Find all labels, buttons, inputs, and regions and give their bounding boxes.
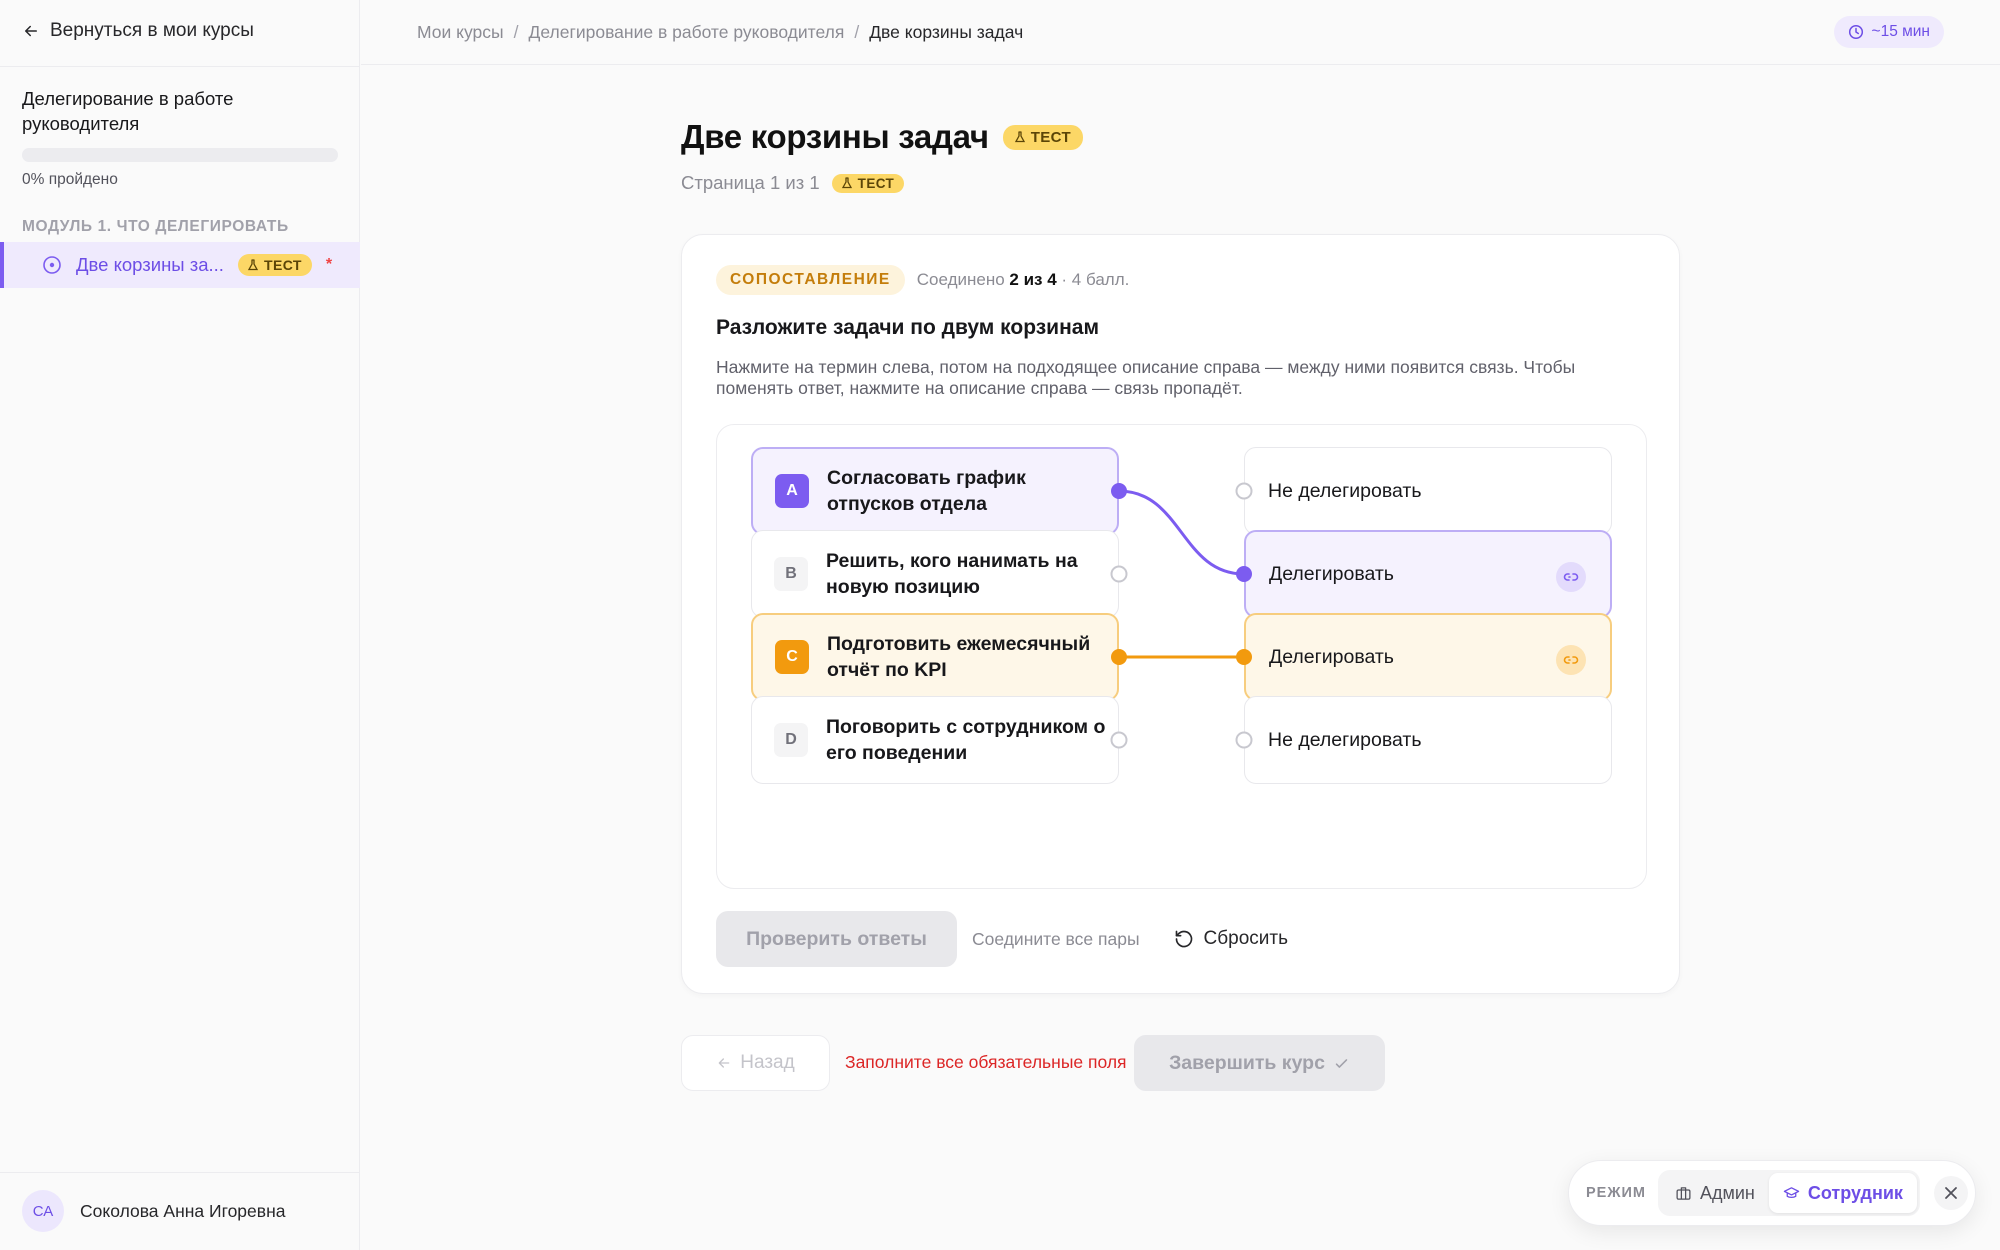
breadcrumb-separator: / xyxy=(854,22,860,42)
back-to-courses-label: Вернуться в мои курсы xyxy=(50,20,254,41)
title-badge-text: ТЕСТ xyxy=(1030,128,1072,146)
close-icon xyxy=(1945,1187,1957,1199)
flask-icon xyxy=(841,177,852,189)
mode-switcher-panel: РЕЖИМ Админ Сотрудник xyxy=(1568,1160,1976,1226)
mode-admin-option[interactable]: Админ xyxy=(1661,1173,1769,1213)
lesson-label: Две корзины за... xyxy=(76,254,224,275)
briefcase-icon xyxy=(1676,1186,1691,1200)
topbar: Мои курсы / Делегирование в работе руков… xyxy=(361,0,2000,65)
back-to-courses-link[interactable]: Вернуться в мои курсы xyxy=(22,20,254,42)
sidebar-lesson-item[interactable]: Две корзины за... ТЕСТ * xyxy=(0,242,360,288)
check-answers-button[interactable]: Проверить ответы xyxy=(716,911,957,967)
check-icon xyxy=(1335,1058,1348,1068)
finish-course-label: Завершить курс xyxy=(1169,1051,1325,1074)
avatar: СА xyxy=(22,1190,64,1232)
user-profile[interactable]: СА Соколова Анна Игоревна xyxy=(22,1190,285,1232)
term-letter: B xyxy=(774,557,808,591)
definition-text: Не делегировать xyxy=(1268,479,1422,502)
flask-icon xyxy=(247,259,259,271)
module-title: Модуль 1. Что делегировать xyxy=(22,218,289,235)
term-item-c[interactable]: C Подготовить ежемесячный отчёт по KPI xyxy=(751,613,1119,701)
term-text: Решить, кого нанимать на новую позицию xyxy=(826,550,1078,598)
lesson-test-badge: ТЕСТ xyxy=(238,254,312,276)
required-mark: * xyxy=(325,256,333,273)
unlink-icon[interactable] xyxy=(1556,562,1586,592)
mode-employee-label: Сотрудник xyxy=(1807,1182,1903,1203)
reset-icon xyxy=(1175,930,1192,948)
page-subtitle-row: Страница 1 из 1 ТЕСТ xyxy=(681,172,905,194)
reset-button[interactable]: Сбросить xyxy=(1174,928,1288,950)
required-fields-message: Заполните все обязательные поля xyxy=(845,1052,1127,1072)
breadcrumb-separator: / xyxy=(513,22,519,42)
breadcrumb-item-current: Две корзины задач xyxy=(869,22,1024,42)
mode-label: РЕЖИМ xyxy=(1586,1185,1646,1201)
back-button-label: Назад xyxy=(740,1052,795,1073)
close-mode-panel-button[interactable] xyxy=(1933,1176,1968,1210)
breadcrumb-item-course[interactable]: Делегирование в работе руководителя xyxy=(529,22,845,43)
page-test-badge: ТЕСТ xyxy=(831,173,905,193)
term-text: Подготовить ежемесячный отчёт по KPI xyxy=(827,633,1091,681)
title-test-badge: ТЕСТ xyxy=(1002,124,1084,150)
term-letter: D xyxy=(774,723,808,757)
finish-course-button[interactable]: Завершить курс xyxy=(1134,1035,1385,1091)
definition-text: Делегировать xyxy=(1269,562,1394,585)
back-button[interactable]: Назад xyxy=(681,1035,830,1091)
unlink-icon[interactable] xyxy=(1556,645,1586,675)
question-title: Разложите задачи по двум корзинам xyxy=(716,316,1099,339)
term-letter: A xyxy=(775,474,809,508)
definition-item-4[interactable]: Не делегировать xyxy=(1244,696,1612,784)
page-badge-text: ТЕСТ xyxy=(857,175,895,191)
definition-text: Делегировать xyxy=(1269,645,1394,668)
question-header: СОПОСТАВЛЕНИЕ Соединено 2 из 4 · 4 балл. xyxy=(716,265,1129,295)
question-description: Нажмите на термин слева, потом на подход… xyxy=(716,357,1576,398)
arrow-left-icon xyxy=(25,25,37,37)
question-actions: Проверить ответы Соедините все пары Сбро… xyxy=(716,911,1288,967)
term-item-d[interactable]: D Поговорить с сотрудником о его поведени… xyxy=(751,696,1119,784)
breadcrumb: Мои курсы / Делегирование в работе руков… xyxy=(417,22,1023,43)
breadcrumb-item-my-courses[interactable]: Мои курсы xyxy=(417,22,504,43)
lesson-badge-text: ТЕСТ xyxy=(264,257,302,273)
matching-area: A Согласовать график отпусков отдела B Реши… xyxy=(716,424,1647,889)
term-item-a[interactable]: A Согласовать график отпусков отдела xyxy=(751,447,1119,535)
connect-all-hint: Соедините все пары xyxy=(972,928,1140,949)
term-letter: C xyxy=(775,640,809,674)
term-item-b[interactable]: B Решить, кого нанимать на новую позицию xyxy=(751,530,1119,618)
sidebar-divider xyxy=(0,66,359,67)
graduation-cap-icon xyxy=(1783,1186,1800,1198)
page-title: Две корзины задач xyxy=(681,118,989,155)
time-estimate-badge: ~15 мин xyxy=(1833,16,1944,48)
flask-icon xyxy=(1014,131,1025,143)
page-title-row: Две корзины задач ТЕСТ xyxy=(681,118,1084,156)
connected-count: 2 из 4 xyxy=(1009,270,1057,289)
mode-admin-label: Админ xyxy=(1699,1182,1755,1203)
lesson-status-icon xyxy=(43,256,61,274)
arrow-left-icon xyxy=(718,1058,730,1068)
time-estimate-text: ~15 мин xyxy=(1871,23,1930,40)
question-card: СОПОСТАВЛЕНИЕ Соединено 2 из 4 · 4 балл.… xyxy=(681,234,1680,994)
definition-item-2[interactable]: Делегировать xyxy=(1244,530,1612,618)
connected-status: Соединено 2 из 4 · 4 балл. xyxy=(917,270,1130,290)
mode-switch: Админ Сотрудник xyxy=(1657,1170,1920,1216)
clock-icon xyxy=(1848,24,1863,40)
course-progress-bar xyxy=(22,148,338,162)
sidebar-user-divider xyxy=(0,1172,359,1173)
definition-item-3[interactable]: Делегировать xyxy=(1244,613,1612,701)
user-name: Соколова Анна Игоревна xyxy=(80,1200,286,1221)
mode-employee-option[interactable]: Сотрудник xyxy=(1768,1173,1917,1213)
reset-label: Сбросить xyxy=(1203,928,1288,949)
course-title: Делегирование в работе руководителя xyxy=(22,88,234,134)
definition-text: Не делегировать xyxy=(1268,728,1422,751)
question-points: · 4 балл. xyxy=(1061,270,1130,289)
term-text: Согласовать график отпусков отдела xyxy=(827,467,1026,515)
question-type-badge: СОПОСТАВЛЕНИЕ xyxy=(716,265,905,295)
definition-item-1[interactable]: Не делегировать xyxy=(1244,447,1612,535)
connected-prefix: Соединено xyxy=(916,270,1005,289)
connection-line-1 xyxy=(1118,489,1245,576)
sidebar: Вернуться в мои курсы Делегирование в ра… xyxy=(0,0,360,1250)
page-indicator: Страница 1 из 1 xyxy=(681,172,820,193)
course-progress-text: 0% пройдено xyxy=(22,171,118,188)
term-text: Поговорить с сотрудником о его поведении xyxy=(826,716,1106,764)
